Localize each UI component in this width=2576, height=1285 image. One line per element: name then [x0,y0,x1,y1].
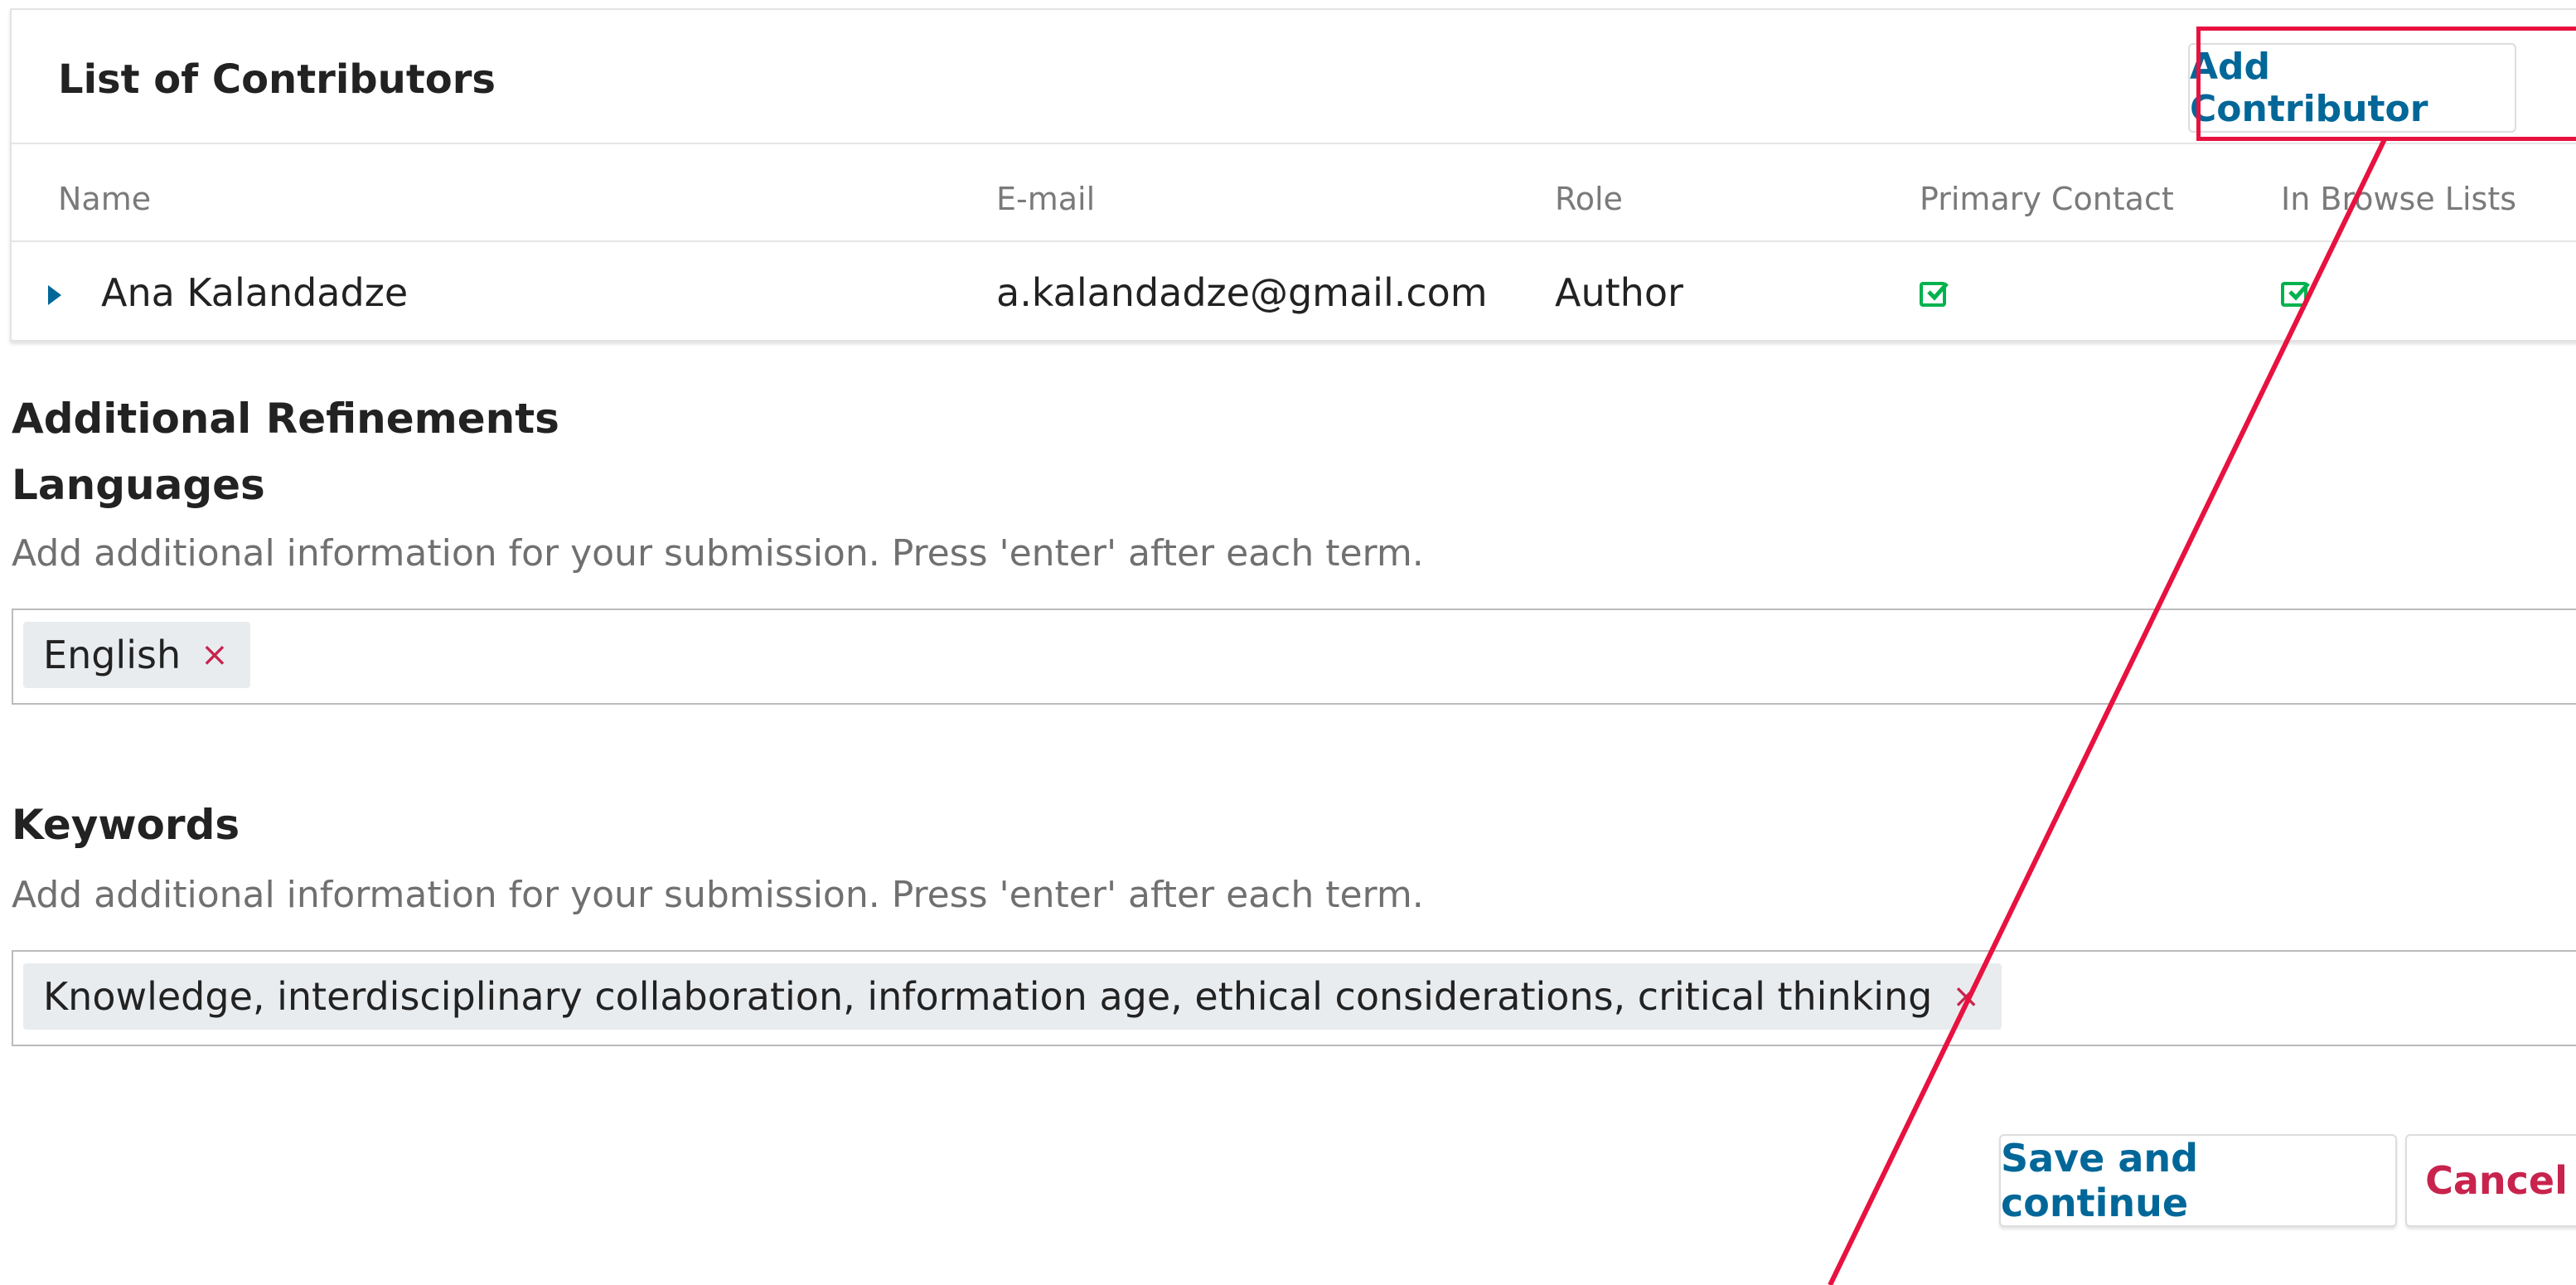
keywords-label: Keywords [12,801,240,849]
column-email: E-mail [996,181,1096,217]
language-tag: English × [23,622,250,688]
column-in-browse-lists: In Browse Lists [2281,181,2517,217]
remove-tag-icon[interactable]: × [1952,977,1980,1016]
keyword-tag-label: Knowledge, interdisciplinary collaborati… [43,974,1933,1019]
languages-label: Languages [12,461,265,509]
column-name: Name [58,181,152,217]
table-header: Name E-mail Role Primary Contact In Brow… [12,144,2576,242]
contributor-email: a.kalandadze@gmail.com [996,270,1488,315]
contributors-header: List of Contributors Add Contributor [12,10,2576,144]
primary-contact-check-icon [1920,282,1949,307]
save-and-continue-button[interactable]: Save and continue [1999,1134,2397,1227]
cancel-button[interactable]: Cancel [2405,1134,2576,1227]
languages-help-text: Add additional information for your subm… [12,532,1424,575]
remove-tag-icon[interactable]: × [201,636,229,674]
keywords-input[interactable]: Knowledge, interdisciplinary collaborati… [12,950,2576,1046]
contributors-panel: List of Contributors Add Contributor Nam… [10,8,2576,342]
language-tag-label: English [43,633,182,677]
keywords-help-text: Add additional information for your subm… [12,874,1424,916]
expand-triangle-icon[interactable] [48,285,61,305]
column-role: Role [1555,181,1623,217]
contributors-title: List of Contributors [58,56,496,103]
table-row[interactable]: Ana Kalandadze a.kalandadze@gmail.com Au… [12,242,2576,342]
column-primary-contact: Primary Contact [1920,181,2174,217]
languages-input[interactable]: English × [12,609,2576,705]
contributor-role: Author [1555,270,1683,315]
add-contributor-button[interactable]: Add Contributor [2188,43,2516,133]
in-browse-lists-check-icon [2281,282,2310,307]
additional-refinements-heading: Additional Refinements [12,395,559,443]
contributor-name: Ana Kalandadze [101,270,409,315]
keyword-tag: Knowledge, interdisciplinary collaborati… [23,963,2002,1030]
